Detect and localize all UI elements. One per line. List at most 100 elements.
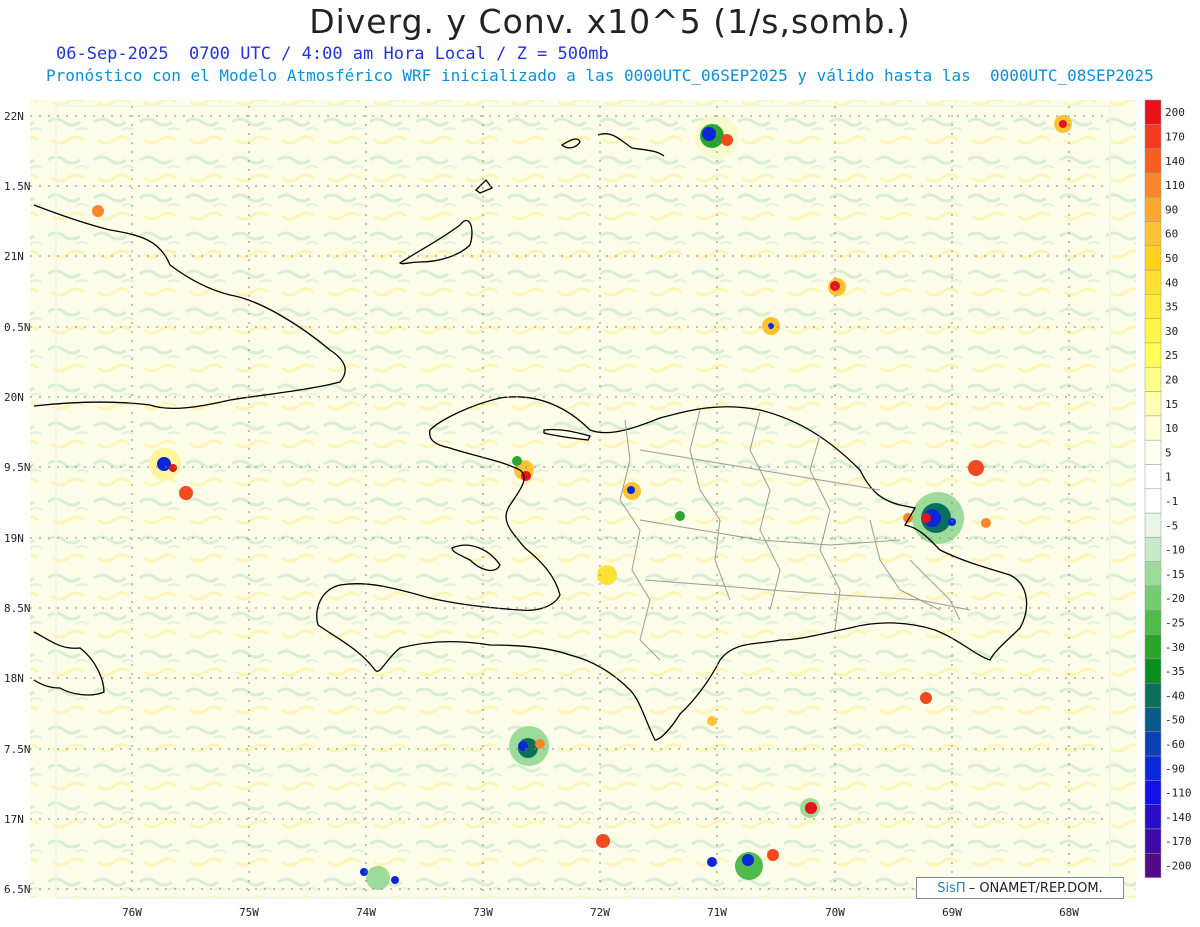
lat-label: 20N [4, 391, 24, 404]
colorbar-swatch [1144, 537, 1162, 562]
lat-label: 0.5N [4, 321, 31, 334]
colorbar-swatch [1144, 853, 1162, 878]
cell [762, 317, 780, 335]
lon-label: 68W [1059, 906, 1079, 919]
colorbar-swatch [1144, 610, 1162, 635]
cell [596, 834, 610, 848]
plot-area [30, 100, 1136, 898]
forecast-map: 22N 1.5N 21N 0.5N 20N 9.5N 19N 8.5N 18N … [4, 99, 1192, 919]
lon-label: 74W [356, 906, 376, 919]
lat-label: 17N [4, 813, 24, 826]
cell [149, 448, 181, 480]
colorbar-label: 35 [1165, 301, 1178, 314]
colorbar-label: 30 [1165, 325, 1178, 338]
sispi-logo: SisΠ [937, 880, 966, 896]
colorbar-label: -1 [1165, 495, 1178, 508]
colorbar-label: -20 [1165, 592, 1185, 605]
colorbar-swatch [1144, 804, 1162, 830]
colorbar-swatch [1144, 634, 1162, 660]
lon-label: 73W [473, 906, 493, 919]
cell [92, 205, 104, 217]
colorbar-label: 200 [1165, 106, 1185, 119]
colorbar-swatch [1144, 318, 1162, 344]
colorbar-label: -140 [1165, 811, 1192, 824]
model-info: Pronóstico con el Modelo Atmosférico WRF… [46, 66, 1154, 85]
colorbar-label: -35 [1165, 665, 1185, 678]
colorbar-swatch [1144, 221, 1162, 247]
colorbar-swatch [1144, 391, 1162, 417]
lat-label: 8.5N [4, 602, 31, 615]
credit-box: SisΠ – ONAMET/REP.DOM. [916, 877, 1124, 899]
colorbar-label: -30 [1165, 641, 1185, 654]
colorbar-label: 50 [1165, 252, 1178, 265]
lon-label: 71W [707, 906, 727, 919]
colorbar-label: -90 [1165, 762, 1185, 775]
colorbar-swatch [1144, 828, 1162, 854]
colorbar-swatch [1144, 512, 1162, 538]
colorbar-label: 140 [1165, 155, 1185, 168]
lon-label: 69W [942, 906, 962, 919]
colorbar-swatch [1144, 464, 1162, 490]
colorbar-label: 5 [1165, 446, 1172, 459]
credit-text: – ONAMET/REP.DOM. [968, 880, 1103, 896]
lat-label: 7.5N [4, 743, 31, 756]
lat-label: 22N [4, 110, 24, 123]
lat-label: 18N [4, 672, 24, 685]
colorbar-swatch [1144, 415, 1162, 441]
lon-label: 76W [122, 906, 142, 919]
colorbar-swatch [1144, 196, 1162, 222]
colorbar-swatch [1144, 367, 1162, 392]
colorbar-label: -5 [1165, 519, 1178, 532]
colorbar-swatch [1144, 269, 1162, 295]
cell [800, 798, 820, 818]
lat-axis: 22N 1.5N 21N 0.5N 20N 9.5N 19N 8.5N 18N … [4, 110, 31, 896]
colorbar-swatch [1144, 682, 1162, 708]
colorbar-swatch [1144, 99, 1162, 125]
lat-label: 9.5N [4, 461, 31, 474]
colorbar-swatch [1144, 294, 1162, 319]
colorbar-swatch [1144, 755, 1162, 781]
colorbar-swatch [1144, 488, 1162, 514]
colorbar-label: -40 [1165, 689, 1185, 702]
cell [828, 278, 846, 296]
colorbar-label: 60 [1165, 228, 1178, 241]
colorbar-label: 170 [1165, 130, 1185, 143]
colorbar-label: 1 [1165, 471, 1172, 484]
colorbar-swatch [1144, 707, 1162, 733]
lon-axis: 76W 75W 74W 73W 72W 71W 70W 69W 68W [122, 906, 1079, 919]
colorbar-label: -10 [1165, 544, 1185, 557]
lon-label: 75W [239, 906, 259, 919]
map-title: Diverg. y Conv. x10^5 (1/s,somb.) [309, 2, 911, 41]
colorbar-label: 25 [1165, 349, 1178, 362]
colorbar-swatch [1144, 561, 1162, 587]
colorbar-swatch [1144, 245, 1162, 271]
valid-time: 06-Sep-2025 0700 UTC / 4:00 am Hora Loca… [56, 44, 609, 64]
cell [675, 511, 685, 521]
colorbar-swatch [1144, 585, 1162, 611]
colorbar-swatch [1144, 439, 1162, 465]
colorbar-label: -170 [1165, 835, 1192, 848]
cell [623, 482, 641, 500]
colorbar-swatch [1144, 148, 1162, 174]
lat-label: 1.5N [4, 180, 31, 193]
colorbar-label: 20 [1165, 373, 1178, 386]
colorbar-swatch [1144, 172, 1162, 198]
colorbar-label: -50 [1165, 714, 1185, 727]
colorbar-label: -200 [1165, 859, 1192, 872]
colorbar-label: 40 [1165, 276, 1178, 289]
colorbar-label: 110 [1165, 179, 1185, 192]
lat-label: 6.5N [4, 883, 31, 896]
colorbar-swatch [1144, 342, 1162, 368]
lat-label: 21N [4, 250, 24, 263]
cell [968, 460, 984, 476]
colorbar-swatch [1144, 124, 1162, 149]
lon-label: 70W [825, 906, 845, 919]
cell [509, 726, 549, 766]
colorbar-label: -110 [1165, 787, 1192, 800]
lat-label: 19N [4, 532, 24, 545]
colorbar-label: 15 [1165, 398, 1178, 411]
colorbar-label: -60 [1165, 738, 1185, 751]
colorbar: 200 170 140 110 90 60 50 40 35 30 25 20 15 10 5 1 -1 -5 -1… [1144, 99, 1192, 878]
colorbar-label: 90 [1165, 203, 1178, 216]
colorbar-label: 10 [1165, 422, 1178, 435]
